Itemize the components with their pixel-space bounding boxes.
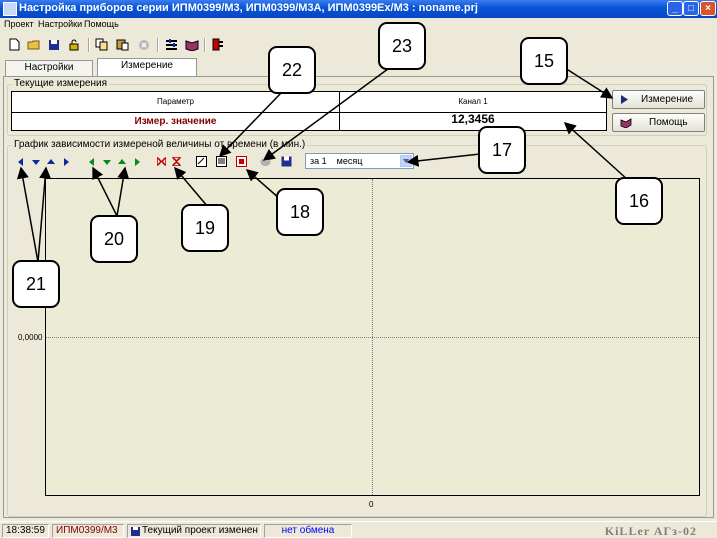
y-axis-tick: 0,0000 (18, 333, 43, 342)
callout-21: 21 (12, 260, 60, 308)
y-shift-left-icon[interactable] (15, 156, 26, 167)
period-select[interactable]: за 1 месяц (305, 153, 414, 169)
maximize-button[interactable]: □ (683, 1, 699, 16)
tab-measurement[interactable]: Измерение (97, 58, 197, 76)
y-shift-right-icon[interactable] (60, 156, 71, 167)
callout-19: 19 (181, 204, 229, 252)
status-project-text: Текущий проект изменен (142, 525, 258, 536)
unlock-icon[interactable] (66, 37, 81, 52)
tab-settings[interactable]: Настройки (5, 60, 93, 76)
save-icon (131, 527, 140, 537)
y-shift-down-icon[interactable] (30, 156, 41, 167)
print-graph-icon[interactable] (260, 156, 271, 167)
menu-settings[interactable]: Настройки (38, 19, 82, 29)
menu-bar: Проект Настройки Помощь (0, 18, 717, 32)
column-header-channel1: Канал 1 (458, 97, 488, 106)
paste-icon[interactable] (115, 37, 130, 52)
row-label-measured-value: Измер. значение (134, 116, 217, 127)
callout-20: 20 (90, 215, 138, 263)
x-shift-down-icon[interactable] (101, 156, 112, 167)
status-exchange: нет обмена (264, 524, 352, 538)
copy-graph-icon[interactable] (216, 156, 227, 167)
new-file-icon[interactable] (7, 37, 22, 52)
chevron-down-icon[interactable] (400, 155, 412, 167)
zoom-y-icon[interactable] (171, 156, 182, 167)
callout-16: 16 (615, 177, 663, 225)
toolbar-separator (157, 38, 159, 52)
measure-button[interactable]: Измерение (612, 90, 705, 109)
book-icon (620, 118, 632, 131)
time-graph[interactable] (45, 178, 700, 496)
menu-project[interactable]: Проект (4, 19, 34, 29)
current-measurements-legend: Текущие измерения (12, 78, 110, 89)
book-icon[interactable] (184, 37, 199, 52)
help-button-label: Помощь (649, 117, 688, 128)
open-folder-icon[interactable] (26, 37, 41, 52)
callout-23: 23 (378, 22, 426, 70)
callout-17: 17 (478, 126, 526, 174)
save-icon[interactable] (46, 37, 61, 52)
callout-22: 22 (268, 46, 316, 94)
x-shift-up-icon[interactable] (116, 156, 127, 167)
callout-15: 15 (520, 37, 568, 85)
device-icon[interactable] (210, 37, 225, 52)
channel1-value: 12,3456 (451, 112, 495, 126)
status-bar: 18:38:59 ИПМ0399/М3 Текущий проект измен… (0, 521, 717, 538)
status-project: Текущий проект изменен (127, 524, 261, 538)
stop-circle-icon[interactable] (136, 37, 151, 52)
menu-help[interactable]: Помощь (84, 19, 119, 29)
measure-button-label: Измерение (641, 94, 694, 105)
column-header-parameter: Параметр (157, 97, 194, 106)
center-gridline (372, 179, 373, 495)
help-button[interactable]: Помощь (612, 113, 705, 132)
export-image-icon[interactable] (236, 156, 247, 167)
callout-18: 18 (276, 188, 324, 236)
graph-legend: График зависимости измереной величины от… (12, 139, 308, 150)
signature: KiLLer АГз-02 (604, 524, 697, 538)
period-select-value: за 1 месяц (310, 156, 363, 166)
autoscale-icon[interactable] (196, 156, 207, 167)
window-title: Настройка приборов серии ИПМ0399/М3, ИПМ… (19, 2, 478, 14)
close-button[interactable]: × (700, 1, 716, 16)
status-time: 18:38:59 (2, 524, 49, 538)
status-device: ИПМ0399/М3 (52, 524, 124, 538)
app-icon (3, 2, 17, 16)
settings-icon[interactable] (164, 37, 179, 52)
save-graph-icon[interactable] (281, 156, 292, 167)
x-shift-left-icon[interactable] (86, 156, 97, 167)
zoom-x-icon[interactable] (156, 156, 167, 167)
main-toolbar (0, 34, 717, 56)
x-shift-right-icon[interactable] (131, 156, 142, 167)
minimize-button[interactable]: _ (667, 1, 683, 16)
toolbar-separator (204, 38, 206, 52)
title-bar[interactable]: Настройка приборов серии ИПМ0399/М3, ИПМ… (0, 0, 717, 18)
y-shift-up-icon[interactable] (45, 156, 56, 167)
app-window: Настройка приборов серии ИПМ0399/М3, ИПМ… (0, 0, 717, 538)
play-icon (620, 95, 629, 107)
measurements-table: Параметр Канал 1 Измер. значение 12,3456 (11, 91, 607, 131)
x-axis-tick: 0 (369, 500, 374, 509)
copy-icon[interactable] (94, 37, 109, 52)
toolbar-separator (88, 38, 90, 52)
